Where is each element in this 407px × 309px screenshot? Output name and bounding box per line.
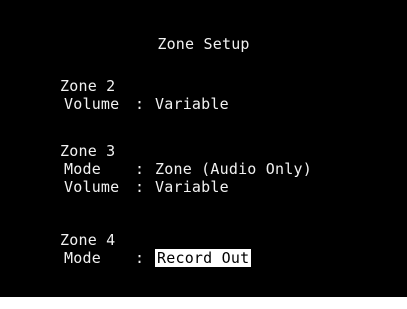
zone-4-mode-label: Mode <box>64 249 101 267</box>
page-title: Zone Setup <box>157 35 250 53</box>
zone-2-section: Zone 2 Volume : Variable <box>60 77 229 113</box>
separator: : <box>135 249 145 267</box>
zone-3-mode-row[interactable]: Mode : Zone (Audio Only) <box>60 160 312 178</box>
zone-3-volume-label: Volume <box>64 178 120 196</box>
bottom-border <box>0 297 407 309</box>
zone-2-volume-value[interactable]: Variable <box>155 95 229 113</box>
separator: : <box>135 160 145 178</box>
zone-3-section: Zone 3 Mode : Zone (Audio Only) Volume :… <box>60 142 312 196</box>
separator: : <box>135 95 145 113</box>
zone-3-volume-row[interactable]: Volume : Variable <box>60 178 312 196</box>
zone-2-heading: Zone 2 <box>60 77 116 95</box>
zone-3-mode-label: Mode <box>64 160 101 178</box>
osd-screen: Zone Setup Zone 2 Volume : Variable Zone… <box>0 0 407 297</box>
zone-4-mode-row[interactable]: Mode : Record Out <box>60 249 252 267</box>
separator: : <box>135 178 145 196</box>
zone-4-mode-value-selected[interactable]: Record Out <box>155 249 252 267</box>
zone-4-section: Zone 4 Mode : Record Out <box>60 231 252 267</box>
zone-2-volume-row[interactable]: Volume : Variable <box>60 95 229 113</box>
zone-4-heading: Zone 4 <box>60 231 116 249</box>
zone-3-heading: Zone 3 <box>60 142 116 160</box>
zone-3-volume-value[interactable]: Variable <box>155 178 229 196</box>
zone-2-volume-label: Volume <box>64 95 120 113</box>
zone-3-mode-value[interactable]: Zone (Audio Only) <box>155 160 312 178</box>
